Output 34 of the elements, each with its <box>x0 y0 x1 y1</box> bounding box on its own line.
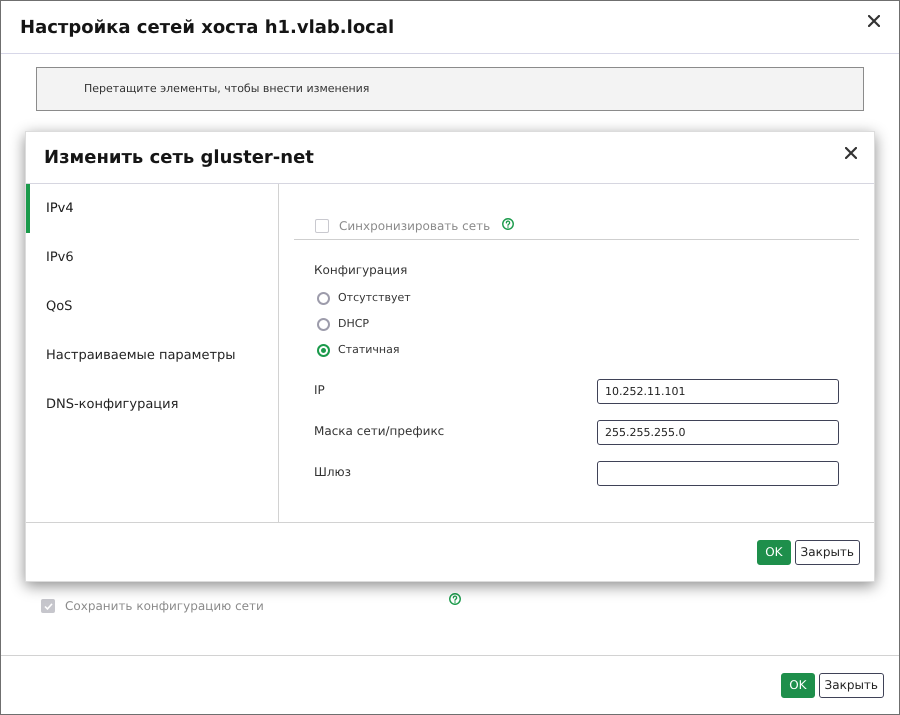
close-icon <box>844 147 856 159</box>
radio-button[interactable] <box>317 318 330 330</box>
input-field[interactable]: 10.252.11.101 <box>597 379 839 404</box>
dialog-title: Изменить сеть gluster-net <box>44 146 314 170</box>
field-label: Маска сети/префикс <box>314 423 444 440</box>
dialog-title: Настройка сетей хоста h1.vlab.local <box>20 16 394 40</box>
sidebar-tab[interactable]: IPv6 <box>26 233 278 282</box>
radio-label: DHCP <box>338 316 370 332</box>
ok-button[interactable]: OK <box>757 540 791 564</box>
close-icon <box>868 14 880 26</box>
sidebar-tab[interactable]: QoS <box>26 282 278 331</box>
close-text-button[interactable]: Закрыть <box>794 540 860 564</box>
input-field[interactable]: 255.255.255.0 <box>597 420 839 445</box>
radio-label: Статичная <box>338 342 400 358</box>
field-label: IP <box>314 382 325 399</box>
checkmark-icon <box>44 602 52 610</box>
hint-banner: Перетащите элементы, чтобы внести изменения <box>36 67 864 111</box>
checkbox-label: Сохранить конфигурацию сети <box>65 598 264 615</box>
close-button[interactable] <box>867 14 880 27</box>
checkbox-label: Синхронизировать сеть <box>339 218 490 235</box>
help-icon[interactable] <box>449 593 461 605</box>
close-button[interactable] <box>844 146 857 160</box>
sidebar-tab[interactable]: DNS-конфигурация <box>26 380 278 429</box>
section-label: Конфигурация <box>314 263 408 277</box>
sidebar-tab[interactable]: IPv4 <box>26 184 278 233</box>
sidebar-tab[interactable]: Настраиваемые параметры <box>26 331 278 380</box>
radio-button[interactable] <box>317 344 330 356</box>
radio-button[interactable] <box>317 292 330 304</box>
field-label: Шлюз <box>314 464 351 481</box>
ok-button[interactable]: OK <box>781 672 815 698</box>
close-text-button[interactable]: Закрыть <box>818 672 884 698</box>
radio-label: Отсутствует <box>338 290 411 306</box>
input-field[interactable] <box>597 461 839 486</box>
help-icon[interactable] <box>502 218 514 230</box>
